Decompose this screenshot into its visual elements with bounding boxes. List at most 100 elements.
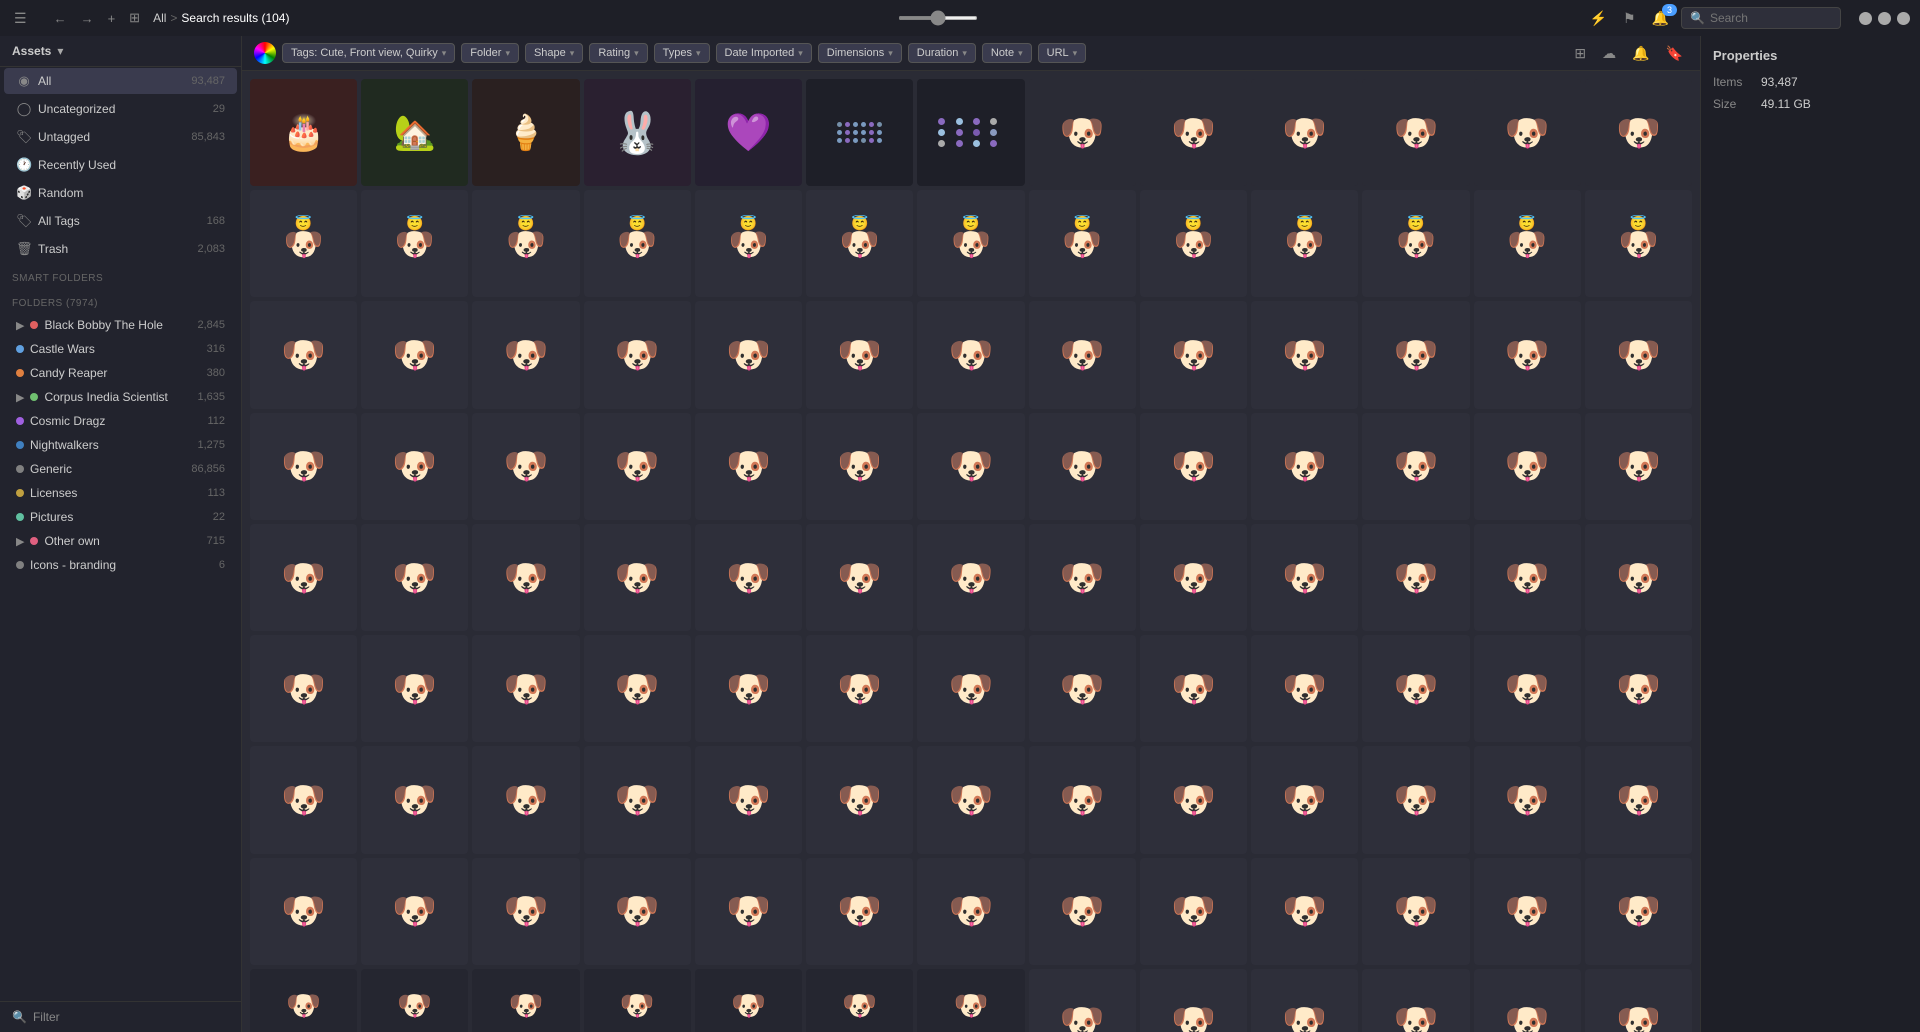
asset-cell[interactable]: 🐶 (250, 858, 357, 965)
asset-cell[interactable]: 🐶😇 (250, 190, 357, 297)
sidebar-footer[interactable]: 🔍 Filter (0, 1001, 241, 1032)
folder-cosmic[interactable]: Cosmic Dragz 112 (4, 410, 237, 432)
asset-cell[interactable]: 🐶 (695, 413, 802, 520)
asset-cell[interactable]: 🐶 (917, 301, 1024, 408)
asset-cell[interactable]: 🐶 (1029, 524, 1136, 631)
asset-cell[interactable]: 🐶 (584, 413, 691, 520)
folder-black-bobby[interactable]: ▶ Black Bobby The Hole 2,845 (4, 314, 237, 336)
asset-cell[interactable]: 🐶 (250, 413, 357, 520)
nav-forward-button[interactable]: → (76, 9, 99, 28)
asset-cell[interactable]: 🐶 (1251, 413, 1358, 520)
folder-icons-branding[interactable]: Icons - branding 6 (4, 554, 237, 576)
asset-cell[interactable]: 🐶 (472, 413, 579, 520)
asset-cell[interactable]: 🐶 (361, 746, 468, 853)
asset-cell[interactable]: 🐶WAV / BPM: 123 (472, 969, 579, 1032)
folder-generic[interactable]: Generic 86,856 (4, 458, 237, 480)
asset-cell[interactable]: 🐶 (1474, 635, 1581, 742)
filter-tags-chip[interactable]: Tags: Cute, Front view, Quirky ▾ (282, 43, 455, 63)
filter-rating-chip[interactable]: Rating ▾ (589, 43, 647, 63)
asset-cell[interactable]: 🐶 (584, 746, 691, 853)
asset-cell[interactable]: 🐶 (1585, 524, 1692, 631)
folder-pictures[interactable]: Pictures 22 (4, 506, 237, 528)
asset-cell[interactable]: 🐶 (806, 301, 913, 408)
asset-cell[interactable]: 🐶 (1362, 524, 1469, 631)
filter-action-bell-btn[interactable]: 🔔 (1627, 43, 1654, 64)
asset-cell[interactable]: 🐶 (1140, 301, 1247, 408)
asset-cell[interactable]: 🐶 (584, 858, 691, 965)
asset-cell[interactable]: 🐶 (1140, 413, 1247, 520)
asset-cell[interactable]: 🐶 (917, 858, 1024, 965)
flag-icon[interactable]: ⚑ (1619, 8, 1640, 29)
asset-cell[interactable]: 🐶 (584, 301, 691, 408)
asset-cell[interactable]: 🐶 (1140, 635, 1247, 742)
asset-cell[interactable]: 🐶 (250, 746, 357, 853)
asset-cell[interactable]: 🐶 (1362, 79, 1469, 186)
asset-cell[interactable]: 🐶 (1474, 524, 1581, 631)
asset-cell[interactable]: 🐶WAV / BPM: 183 (806, 969, 913, 1032)
close-button[interactable] (1897, 12, 1910, 25)
asset-cell[interactable]: 🐶 (1362, 969, 1469, 1032)
asset-cell[interactable]: 🐶😇 (695, 190, 802, 297)
asset-cell[interactable]: 🐶WAV / BPM: 183 (584, 969, 691, 1032)
asset-cell[interactable]: 🐶 (1140, 969, 1247, 1032)
asset-cell[interactable]: 🐶 (250, 524, 357, 631)
asset-cell[interactable]: 🐶 (1251, 858, 1358, 965)
asset-cell[interactable]: 🐶😇 (1362, 190, 1469, 297)
sidebar-item-recently-used[interactable]: 🕐 Recently Used (4, 152, 237, 178)
folder-other-own[interactable]: ▶ Other own 715 (4, 530, 237, 552)
minimize-button[interactable] (1859, 12, 1872, 25)
asset-cell[interactable]: 🐶 (1029, 301, 1136, 408)
nav-back-button[interactable]: ← (49, 9, 72, 28)
asset-cell[interactable]: 🐶 (1251, 79, 1358, 186)
asset-cell[interactable]: 🐶 (1362, 413, 1469, 520)
filter-date-chip[interactable]: Date Imported ▾ (716, 43, 812, 63)
filter-action-grid-btn[interactable]: ⊞ (1569, 43, 1591, 64)
asset-cell[interactable]: 🐶 (695, 858, 802, 965)
nav-grid-button[interactable]: ⊞ (124, 8, 145, 28)
asset-cell[interactable]: 🐶 (1140, 524, 1247, 631)
asset-cell[interactable]: 🐶 (1251, 524, 1358, 631)
asset-cell[interactable]: 🐶😇 (917, 190, 1024, 297)
asset-cell[interactable]: 🐶 (1585, 858, 1692, 965)
nav-add-button[interactable]: + (103, 9, 121, 28)
menu-icon[interactable]: ☰ (10, 8, 31, 29)
asset-cell[interactable]: 🐶 (695, 524, 802, 631)
asset-cell[interactable]: 🐶WAV / BPM: 183 (250, 969, 357, 1032)
asset-cell[interactable]: 🐶 (472, 635, 579, 742)
breadcrumb-root[interactable]: All (153, 11, 166, 25)
asset-cell[interactable]: 🐶 (1251, 969, 1358, 1032)
asset-cell[interactable]: 🐶😇 (806, 190, 913, 297)
filter-types-chip[interactable]: Types ▾ (654, 43, 710, 63)
filter-action-cloud-btn[interactable]: ☁ (1597, 43, 1621, 64)
asset-cell[interactable]: 🐶 (1029, 413, 1136, 520)
asset-cell[interactable]: 🐶 (1585, 413, 1692, 520)
asset-cell[interactable]: 💜 (695, 79, 802, 186)
asset-cell[interactable]: 🐶 (1251, 746, 1358, 853)
asset-cell[interactable]: 🐶 (695, 635, 802, 742)
asset-cell[interactable]: 🐶 (361, 524, 468, 631)
asset-cell[interactable]: 🐶 (806, 413, 913, 520)
folder-nightwalkers[interactable]: Nightwalkers 1,275 (4, 434, 237, 456)
asset-cell[interactable]: 🐶 (361, 301, 468, 408)
asset-cell[interactable]: 🐶 (1585, 969, 1692, 1032)
sidebar-item-trash[interactable]: 🗑 Trash 2,083 (4, 236, 237, 262)
asset-cell[interactable]: 🐶 (1474, 413, 1581, 520)
asset-cell[interactable] (917, 79, 1024, 186)
asset-cell[interactable]: 🐶 (1251, 635, 1358, 742)
asset-cell[interactable]: 🐶 (1029, 635, 1136, 742)
asset-cell[interactable]: 🐶 (1362, 746, 1469, 853)
asset-cell[interactable]: 🐶 (250, 301, 357, 408)
sidebar-item-untagged[interactable]: 🏷 Untagged 85,843 (4, 124, 237, 150)
asset-cell[interactable]: 🎂 (250, 79, 357, 186)
asset-cell[interactable]: 🐶 (1474, 301, 1581, 408)
asset-cell[interactable]: 🐶 (1251, 301, 1358, 408)
asset-cell[interactable]: 🍦 (472, 79, 579, 186)
asset-cell[interactable]: 🐶 (1140, 858, 1247, 965)
sidebar-item-uncategorized[interactable]: ◯ Uncategorized 29 (4, 96, 237, 122)
asset-cell[interactable] (806, 79, 913, 186)
asset-cell[interactable]: 🐶😇 (1029, 190, 1136, 297)
asset-cell[interactable]: 🐶 (917, 524, 1024, 631)
folder-corpus[interactable]: ▶ Corpus Inedia Scientist 1,635 (4, 386, 237, 408)
asset-cell[interactable]: 🐶 (917, 635, 1024, 742)
asset-cell[interactable]: 🐰 (584, 79, 691, 186)
